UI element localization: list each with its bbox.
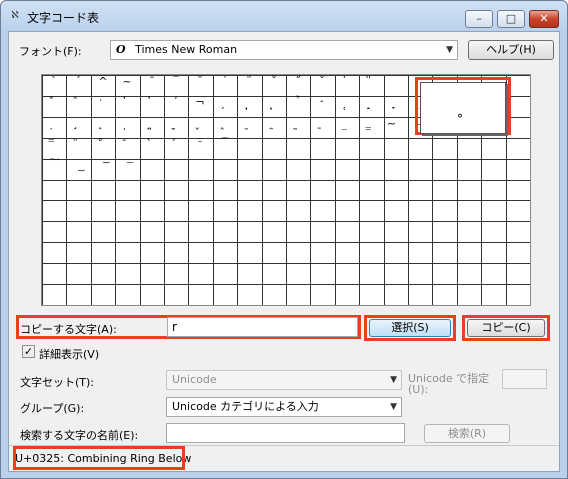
character-cell[interactable]: ̒	[91, 96, 115, 116]
character-cell[interactable]: ̜	[335, 96, 359, 116]
character-cell[interactable]: ̞	[384, 96, 408, 116]
character-cell[interactable]: ´	[66, 75, 90, 95]
character-cell[interactable]: ̪	[140, 117, 164, 137]
character-cell[interactable]: ͞	[115, 159, 139, 179]
character-cell[interactable]: ̛	[310, 96, 334, 116]
character-cell[interactable]: ́	[164, 138, 188, 158]
character-cell[interactable]: ̳	[359, 117, 383, 137]
character-cell[interactable]: ^	[91, 75, 115, 95]
character-cell[interactable]: ˘	[188, 75, 212, 95]
character-cell[interactable]: ¬	[188, 96, 212, 116]
character-cell[interactable]: ̨	[91, 117, 115, 137]
character-cell[interactable]: ̊	[91, 138, 115, 158]
character-cell[interactable]: ̚	[286, 96, 310, 116]
advanced-view-checkbox[interactable]: ✓	[22, 345, 35, 358]
charset-select[interactable]: Unicode ▼	[166, 370, 402, 390]
character-cell[interactable]: ̈	[66, 138, 90, 158]
character-cell[interactable]: ̀	[140, 138, 164, 158]
charset-label: 文字セット(T):	[20, 376, 95, 389]
character-cell[interactable]: ̎	[359, 75, 383, 95]
character-cell[interactable]: ¨	[237, 75, 261, 95]
character-cell[interactable]: ͠	[42, 159, 66, 179]
window-title: 文字コード表	[27, 11, 100, 25]
character-cell[interactable]: ˝	[286, 75, 310, 95]
character-cell[interactable]: ̘	[237, 96, 261, 116]
checkmark-icon: ✓	[23, 345, 34, 358]
character-cell[interactable]: ˚	[262, 75, 286, 95]
unicode-goto-label-suffix: (U):	[408, 383, 429, 396]
character-cell[interactable]: ͂	[188, 138, 212, 158]
character-cell[interactable]: `	[42, 75, 66, 95]
font-select[interactable]: O Times New Roman ▼	[110, 40, 458, 60]
minimize-button[interactable]: –	[465, 10, 493, 28]
character-cell[interactable]: ̰	[286, 117, 310, 137]
character-cell[interactable]: ̄	[115, 138, 139, 158]
search-button[interactable]: 検索(R)	[424, 424, 510, 443]
character-cell[interactable]: ̿	[42, 138, 66, 158]
group-label: グループ(G):	[20, 402, 85, 415]
character-cell[interactable]: ̩	[115, 117, 139, 137]
character-cell[interactable]: ̲	[335, 117, 359, 137]
opentype-icon: O	[116, 43, 126, 56]
group-select-value: Unicode カテゴリによる入力	[172, 400, 319, 413]
character-cell[interactable]: ˙	[213, 75, 237, 95]
character-cell[interactable]: ˇ	[310, 75, 334, 95]
character-cell[interactable]: ̧	[66, 117, 90, 137]
status-highlight	[13, 446, 185, 470]
character-map-window: ℵ 文字コード表 – □ ✕ フォント(F): O Times New Roma…	[0, 0, 568, 479]
copy-label: コピーする文字(A):	[20, 323, 117, 336]
magnified-glyph: °	[457, 112, 463, 126]
maximize-button[interactable]: □	[497, 10, 525, 28]
character-cell[interactable]: ͜	[66, 159, 90, 179]
chevron-down-icon: ▼	[390, 402, 397, 412]
character-grid[interactable]: `´^~¯‾˘˙¨˚˝ˇ̍̎̐̑̒̓̔̕¬̧̨̛̗̘̙̜̝̞̟̠̦̩̪̫̬̭̮̚…	[41, 74, 531, 306]
help-button[interactable]: ヘルプ(H)	[468, 40, 554, 60]
character-map-icon: ℵ	[11, 10, 19, 21]
magnified-character: °	[420, 82, 506, 134]
copy-characters-input[interactable]: r	[167, 317, 358, 337]
chevron-down-icon: ▼	[390, 375, 397, 385]
character-cell[interactable]: ̗	[213, 96, 237, 116]
character-cell[interactable]: ̬	[188, 117, 212, 137]
copy-button[interactable]: コピー(C)	[467, 319, 545, 337]
charset-select-value: Unicode	[172, 373, 217, 386]
search-label: 検索する文字の名前(E):	[20, 429, 139, 442]
font-label: フォント(F):	[19, 45, 82, 58]
character-cell[interactable]: ‾	[164, 75, 188, 95]
character-cell[interactable]: ̙	[262, 96, 286, 116]
title-bar[interactable]: ℵ 文字コード表 – □ ✕	[1, 1, 567, 31]
character-cell[interactable]: ̯	[262, 117, 286, 137]
character-cell[interactable]: ̦	[42, 117, 66, 137]
dialog-body: フォント(F): O Times New Roman ▼ ヘルプ(H) ` ´ ^ ~…	[8, 31, 560, 472]
font-select-value: Times New Roman	[135, 43, 238, 56]
select-button[interactable]: 選択(S)	[369, 319, 451, 337]
unicode-goto-input[interactable]	[502, 369, 547, 389]
character-cell[interactable]: ̓	[115, 96, 139, 116]
character-cell[interactable]: ̑	[66, 96, 90, 116]
character-cell[interactable]: ̔	[140, 96, 164, 116]
search-name-input[interactable]	[166, 423, 405, 443]
character-cell[interactable]: ̴	[384, 117, 408, 137]
advanced-view-label: 詳細表示(V)	[39, 348, 100, 361]
character-cell[interactable]: ̮	[237, 117, 261, 137]
character-cell[interactable]: ̕	[164, 96, 188, 116]
character-cell[interactable]: ̐	[42, 96, 66, 116]
character-cell[interactable]: ¯	[140, 75, 164, 95]
character-cell[interactable]: ͡	[213, 138, 237, 158]
close-button[interactable]: ✕	[529, 10, 559, 28]
character-cell[interactable]: ̭	[213, 117, 237, 137]
character-cell[interactable]: ̱	[310, 117, 334, 137]
character-cell[interactable]: ̝	[359, 96, 383, 116]
character-cell[interactable]: ~	[115, 75, 139, 95]
character-cell[interactable]: ̍	[335, 75, 359, 95]
chevron-down-icon: ▼	[446, 45, 453, 55]
character-cell[interactable]: ͝	[91, 159, 115, 179]
group-select[interactable]: Unicode カテゴリによる入力 ▼	[166, 397, 402, 417]
character-cell[interactable]: ̫	[164, 117, 188, 137]
